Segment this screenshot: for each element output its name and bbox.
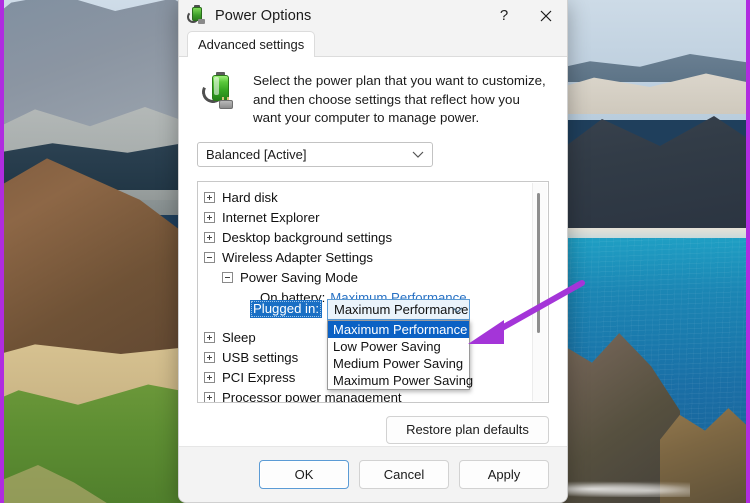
chevron-down-icon[interactable] xyxy=(452,302,463,317)
annotation-right-border xyxy=(746,0,750,503)
window-controls: ? xyxy=(483,0,567,31)
chevron-down-icon xyxy=(412,147,424,162)
expand-plus-icon[interactable] xyxy=(204,392,215,402)
dropdown-option-low-power-saving[interactable]: Low Power Saving xyxy=(328,338,469,355)
intro-block: Select the power plan that you want to c… xyxy=(197,71,549,128)
tree-item-label: Sleep xyxy=(222,330,256,345)
expand-plus-icon[interactable] xyxy=(204,212,215,223)
plugged-in-value: Maximum Performance xyxy=(334,301,469,317)
tree-item-label: PCI Express xyxy=(222,370,296,385)
dropdown-option-maximum-performance[interactable]: Maximum Performance xyxy=(328,320,469,338)
tree-item-processor-power-management[interactable]: Processor power management xyxy=(198,388,548,402)
plugged-in-dropdown-list[interactable]: Maximum Performance Low Power Saving Med… xyxy=(327,319,473,390)
help-button[interactable]: ? xyxy=(483,0,525,31)
advanced-settings-tree[interactable]: Hard disk Internet Explorer Desktop back… xyxy=(197,180,549,403)
expand-plus-icon[interactable] xyxy=(204,352,215,363)
tree-item-desktop-background-settings[interactable]: Desktop background settings xyxy=(198,228,548,248)
tree-item-label: Wireless Adapter Settings xyxy=(222,250,373,265)
tab-strip: Advanced settings xyxy=(179,31,567,57)
tree-item-hard-disk[interactable]: Hard disk xyxy=(198,188,548,208)
collapse-minus-icon[interactable] xyxy=(204,252,215,263)
dropdown-option-medium-power-saving[interactable]: Medium Power Saving xyxy=(328,355,469,372)
expand-plus-icon[interactable] xyxy=(204,232,215,243)
power-plan-value: Balanced [Active] xyxy=(206,146,307,162)
cancel-button[interactable]: Cancel xyxy=(359,460,449,489)
plugged-in-label: Plugged in: xyxy=(250,299,322,318)
title-bar: Power Options ? xyxy=(179,0,567,31)
close-icon[interactable] xyxy=(525,0,567,31)
apply-button[interactable]: Apply xyxy=(459,460,549,489)
tree-item-label: Internet Explorer xyxy=(222,210,320,225)
power-plan-select[interactable]: Balanced [Active] xyxy=(197,141,433,167)
expand-plus-icon[interactable] xyxy=(204,332,215,343)
battery-plug-large-icon xyxy=(199,72,241,115)
battery-plug-icon xyxy=(187,4,207,26)
dialog-body: Select the power plan that you want to c… xyxy=(179,57,567,446)
tree-item-wireless-adapter-settings[interactable]: Wireless Adapter Settings xyxy=(198,248,548,268)
restore-row: Restore plan defaults xyxy=(197,415,549,444)
tree-item-power-saving-mode[interactable]: Power Saving Mode xyxy=(198,268,548,288)
dropdown-option-maximum-power-saving[interactable]: Maximum Power Saving xyxy=(328,372,473,389)
desktop-background: Power Options ? Advanced settings Select… xyxy=(0,0,750,503)
tab-advanced-settings[interactable]: Advanced settings xyxy=(187,31,316,57)
intro-text: Select the power plan that you want to c… xyxy=(253,73,546,125)
tree-item-internet-explorer[interactable]: Internet Explorer xyxy=(198,208,548,228)
window-title: Power Options xyxy=(215,7,312,24)
tree-item-label: Desktop background settings xyxy=(222,230,393,245)
restore-plan-defaults-button[interactable]: Restore plan defaults xyxy=(386,415,549,444)
annotation-left-border xyxy=(0,0,4,503)
collapse-minus-icon[interactable] xyxy=(222,272,233,283)
ok-button[interactable]: OK xyxy=(259,460,349,489)
plugged-in-combobox[interactable]: Maximum Performance xyxy=(327,298,470,320)
expand-plus-icon[interactable] xyxy=(204,192,215,203)
setting-plugged-in[interactable]: Plugged in: xyxy=(250,299,322,318)
power-options-dialog: Power Options ? Advanced settings Select… xyxy=(178,0,568,503)
tree-item-label: Power Saving Mode xyxy=(240,270,359,285)
tree-item-label: USB settings xyxy=(222,350,299,365)
tree-item-label: Hard disk xyxy=(222,190,278,205)
dialog-footer: OK Cancel Apply xyxy=(179,446,567,502)
tree-item-label: Processor power management xyxy=(222,390,402,402)
expand-plus-icon[interactable] xyxy=(204,372,215,383)
